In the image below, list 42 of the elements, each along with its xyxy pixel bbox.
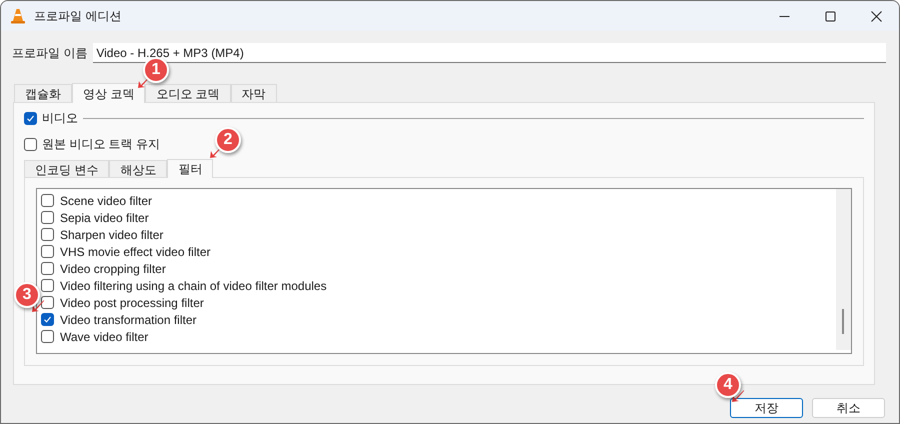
scrollbar[interactable] bbox=[836, 189, 851, 350]
checkbox[interactable] bbox=[41, 211, 54, 224]
tab[interactable]: 영상 코덱 bbox=[72, 83, 146, 103]
checkmark-icon bbox=[26, 114, 35, 122]
profile-name-field[interactable]: Video - H.265 + MP3 (MP4) bbox=[93, 43, 886, 63]
tab[interactable]: 필터 bbox=[167, 159, 214, 178]
filter-label: Scene video filter bbox=[60, 192, 152, 210]
checkbox[interactable] bbox=[41, 296, 54, 309]
filter-label: Sharpen video filter bbox=[60, 226, 164, 244]
checkbox-label: 원본 비디오 트랙 유지 bbox=[42, 136, 160, 153]
checkbox[interactable] bbox=[41, 245, 54, 258]
filter-label: Sepia video filter bbox=[60, 210, 149, 226]
filter-label: Video post processing filter bbox=[60, 294, 204, 312]
tab[interactable]: 자막 bbox=[230, 84, 277, 102]
field-label: 프로파일 이름 bbox=[12, 45, 88, 62]
checkbox[interactable] bbox=[41, 228, 54, 241]
save-button[interactable]: 저장 bbox=[730, 398, 803, 418]
close-icon bbox=[870, 10, 882, 22]
tab[interactable]: 캡슐화 bbox=[14, 84, 72, 102]
checkbox[interactable] bbox=[41, 194, 54, 207]
tab[interactable]: 해상도 bbox=[109, 160, 168, 177]
maximize-icon bbox=[824, 10, 836, 22]
tab[interactable]: 인코딩 변수 bbox=[24, 160, 110, 177]
checkmark-icon bbox=[43, 315, 52, 324]
checkbox[interactable] bbox=[41, 262, 54, 275]
checkbox[interactable] bbox=[24, 138, 37, 150]
filter-label: VHS movie effect video filter bbox=[60, 244, 211, 260]
traffic-cone-icon bbox=[10, 8, 26, 24]
checkbox[interactable] bbox=[41, 330, 54, 343]
checkbox[interactable] bbox=[41, 279, 54, 292]
filter-label: Video cropping filter bbox=[60, 260, 166, 278]
checkbox[interactable] bbox=[24, 112, 37, 124]
tab[interactable]: 오디오 코덱 bbox=[145, 84, 231, 102]
checkbox[interactable] bbox=[41, 313, 54, 326]
cancel-button[interactable]: 취소 bbox=[812, 398, 885, 418]
step-badge: 1 bbox=[143, 57, 169, 83]
filter-label: Video transformation filter bbox=[60, 312, 197, 328]
pointer-arrow bbox=[31, 299, 45, 313]
filter-label: Video filtering using a chain of video filter modules bbox=[60, 278, 327, 294]
checkbox-label: 비디오 bbox=[42, 110, 78, 127]
filter-label: Wave video filter bbox=[60, 328, 148, 346]
window-title: 프로파일 에디션 bbox=[34, 8, 122, 25]
